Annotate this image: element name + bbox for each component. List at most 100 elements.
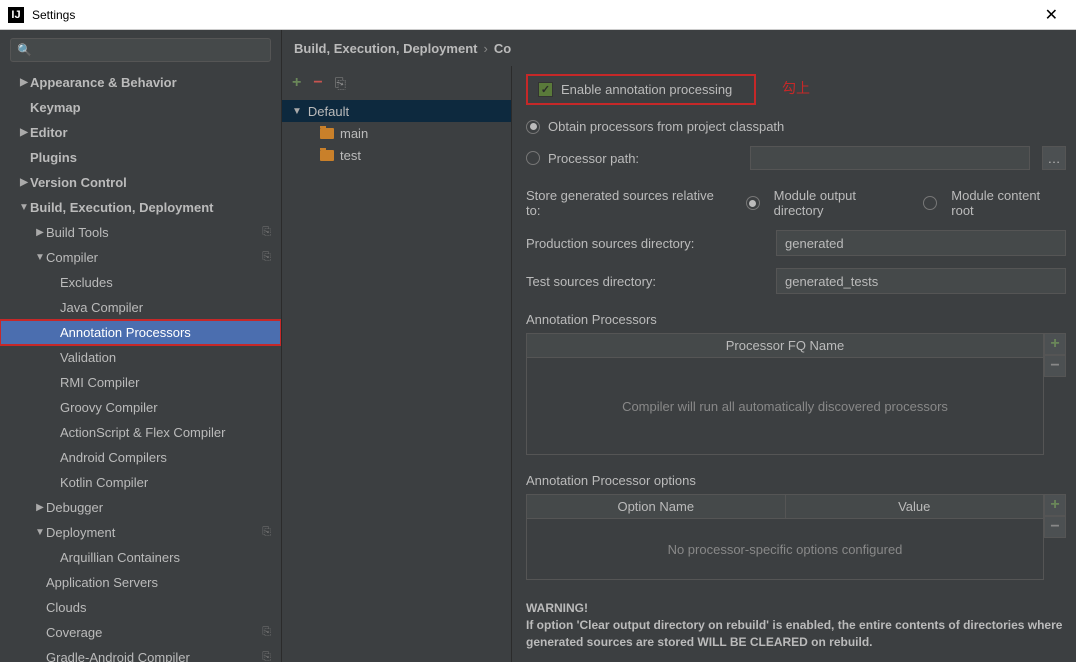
- tree-item-label: Plugins: [30, 150, 77, 165]
- profile-default-label: Default: [308, 104, 349, 119]
- prod-dir-row: Production sources directory: generated: [526, 230, 1066, 256]
- tree-item-android-compilers[interactable]: Android Compilers: [0, 445, 281, 470]
- ap-table-body: Compiler will run all automatically disc…: [527, 358, 1043, 454]
- tree-item-label: Build, Execution, Deployment: [30, 200, 213, 215]
- profile-module-main[interactable]: main: [282, 122, 511, 144]
- settings-tree[interactable]: ▶Appearance & BehaviorKeymap▶EditorPlugi…: [0, 70, 281, 662]
- prod-dir-label: Production sources directory:: [526, 236, 776, 251]
- copy-icon: ⎘: [262, 251, 271, 264]
- tree-item-label: Editor: [30, 125, 68, 140]
- search-icon: 🔍: [17, 43, 32, 57]
- annotation-text: 勾上: [782, 78, 810, 98]
- ap-add-button[interactable]: +: [1044, 333, 1066, 355]
- module-output-radio[interactable]: [746, 196, 760, 210]
- tree-item-label: Application Servers: [46, 575, 158, 590]
- apo-side-buttons: + −: [1044, 494, 1066, 580]
- tree-item-debugger[interactable]: ▶Debugger: [0, 495, 281, 520]
- tree-item-coverage[interactable]: Coverage⎘: [0, 620, 281, 645]
- tree-item-kotlin-compiler[interactable]: Kotlin Compiler: [0, 470, 281, 495]
- tree-item-label: Annotation Processors: [60, 325, 191, 340]
- processor-path-field[interactable]: [750, 146, 1030, 170]
- window-title: Settings: [32, 8, 1035, 22]
- tree-item-build-tools[interactable]: ▶Build Tools⎘: [0, 220, 281, 245]
- tree-item-label: Debugger: [46, 500, 103, 515]
- search-box[interactable]: 🔍: [10, 38, 271, 62]
- enable-annotation-processing-checkbox[interactable]: ✓: [538, 82, 553, 97]
- profile-main-label: main: [340, 126, 368, 141]
- tree-item-label: Keymap: [30, 100, 81, 115]
- apo-remove-button[interactable]: −: [1044, 516, 1066, 538]
- processor-path-row: Processor path: …: [526, 146, 1066, 170]
- tree-item-validation[interactable]: Validation: [0, 345, 281, 370]
- arrow-icon: ▼: [34, 252, 46, 263]
- remove-profile-button[interactable]: −: [313, 74, 322, 92]
- add-profile-button[interactable]: +: [292, 74, 301, 92]
- tree-item-editor[interactable]: ▶Editor: [0, 120, 281, 145]
- profile-default[interactable]: ▼ Default: [282, 100, 511, 122]
- obtain-classpath-radio[interactable]: [526, 120, 540, 134]
- tree-item-annotation-processors[interactable]: Annotation Processors: [0, 320, 281, 345]
- warning-title: WARNING!: [526, 600, 1066, 617]
- ap-table-header: Processor FQ Name: [527, 334, 1043, 358]
- tree-item-label: Validation: [60, 350, 116, 365]
- module-content-radio[interactable]: [923, 196, 937, 210]
- main-panel: ✓ Enable annotation processing 勾上 Obtain…: [512, 30, 1076, 662]
- ap-section-title: Annotation Processors: [526, 312, 1066, 327]
- processor-path-radio[interactable]: [526, 151, 540, 165]
- tree-item-actionscript-flex-compiler[interactable]: ActionScript & Flex Compiler: [0, 420, 281, 445]
- profile-tree[interactable]: ▼ Default main test: [282, 100, 511, 166]
- apo-section-title: Annotation Processor options: [526, 473, 1066, 488]
- apo-table-body: No processor-specific options configured: [527, 519, 1043, 579]
- enable-annotation-processing-label: Enable annotation processing: [561, 82, 732, 97]
- apo-table: Option Name Value No processor-specific …: [526, 494, 1044, 580]
- warning-block: WARNING! If option 'Clear output directo…: [526, 600, 1066, 650]
- processor-path-label: Processor path:: [548, 151, 639, 166]
- browse-button[interactable]: …: [1042, 146, 1066, 170]
- prod-dir-field[interactable]: generated: [776, 230, 1066, 256]
- tree-item-label: Excludes: [60, 275, 113, 290]
- tree-item-label: Gradle-Android Compiler: [46, 650, 190, 662]
- tree-item-keymap[interactable]: Keymap: [0, 95, 281, 120]
- tree-item-excludes[interactable]: Excludes: [0, 270, 281, 295]
- titlebar: IJ Settings ✕: [0, 0, 1076, 30]
- tree-item-gradle-android-compiler[interactable]: Gradle-Android Compiler⎘: [0, 645, 281, 662]
- tree-item-deployment[interactable]: ▼Deployment⎘: [0, 520, 281, 545]
- tree-item-version-control[interactable]: ▶Version Control: [0, 170, 281, 195]
- apo-add-button[interactable]: +: [1044, 494, 1066, 516]
- tree-item-appearance-behavior[interactable]: ▶Appearance & Behavior: [0, 70, 281, 95]
- tree-item-application-servers[interactable]: Application Servers: [0, 570, 281, 595]
- ap-side-buttons: + −: [1044, 333, 1066, 455]
- test-dir-row: Test sources directory: generated_tests: [526, 268, 1066, 294]
- tree-item-label: Java Compiler: [60, 300, 143, 315]
- tree-item-rmi-compiler[interactable]: RMI Compiler: [0, 370, 281, 395]
- profile-toolbar: + − ⎘: [282, 66, 511, 100]
- tree-item-java-compiler[interactable]: Java Compiler: [0, 295, 281, 320]
- tree-item-label: Appearance & Behavior: [30, 75, 177, 90]
- tree-item-groovy-compiler[interactable]: Groovy Compiler: [0, 395, 281, 420]
- arrow-icon: ▶: [34, 502, 46, 513]
- tree-item-build-execution-deployment[interactable]: ▼Build, Execution, Deployment: [0, 195, 281, 220]
- profile-module-test[interactable]: test: [282, 144, 511, 166]
- app-icon: IJ: [8, 7, 24, 23]
- apo-col-value: Value: [786, 495, 1044, 518]
- test-dir-field[interactable]: generated_tests: [776, 268, 1066, 294]
- obtain-classpath-label: Obtain processors from project classpath: [548, 119, 784, 134]
- tree-item-compiler[interactable]: ▼Compiler⎘: [0, 245, 281, 270]
- profile-test-label: test: [340, 148, 361, 163]
- arrow-icon: ▶: [18, 77, 30, 88]
- search-input[interactable]: [36, 43, 264, 57]
- tree-item-label: RMI Compiler: [60, 375, 139, 390]
- close-button[interactable]: ✕: [1035, 5, 1068, 25]
- breadcrumb-main: Build, Execution, Deployment: [294, 41, 477, 56]
- arrow-icon: ▶: [18, 127, 30, 138]
- tree-item-clouds[interactable]: Clouds: [0, 595, 281, 620]
- ap-table: Processor FQ Name Compiler will run all …: [526, 333, 1044, 455]
- module-content-label: Module content root: [951, 188, 1066, 218]
- tree-item-plugins[interactable]: Plugins: [0, 145, 281, 170]
- tree-item-arquillian-containers[interactable]: Arquillian Containers: [0, 545, 281, 570]
- store-sources-label: Store generated sources relative to:: [526, 188, 732, 218]
- copy-profile-button[interactable]: ⎘: [335, 75, 346, 92]
- ap-remove-button[interactable]: −: [1044, 355, 1066, 377]
- profile-panel: + − ⎘ ▼ Default main test: [282, 30, 512, 662]
- sidebar: 🔍 ▶Appearance & BehaviorKeymap▶EditorPlu…: [0, 30, 282, 662]
